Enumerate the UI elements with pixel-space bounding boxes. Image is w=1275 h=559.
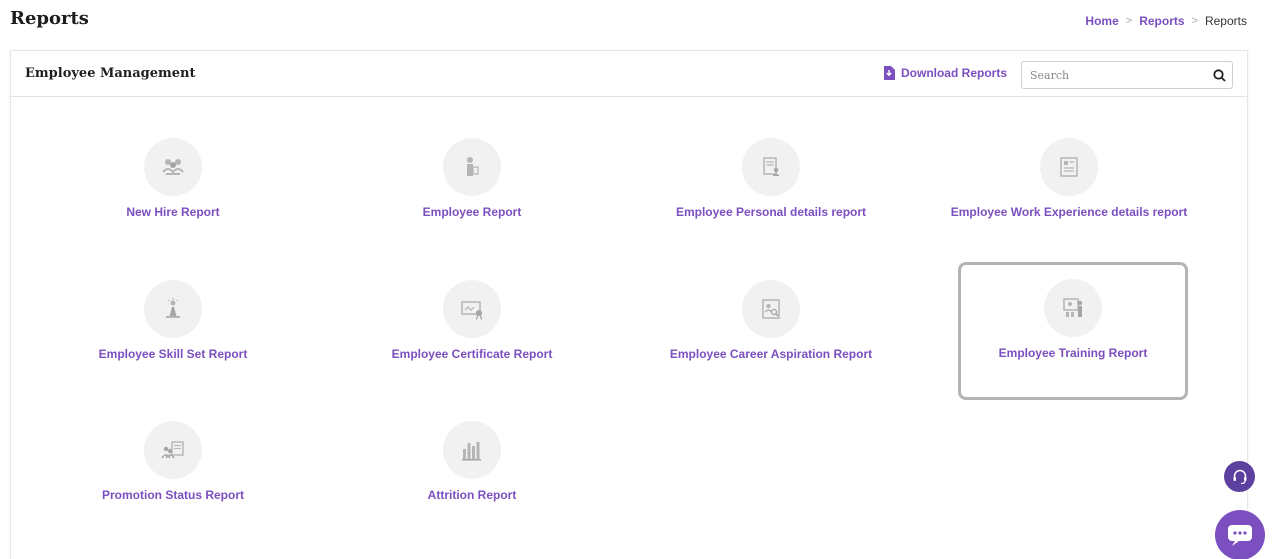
- work-experience-icon: [1060, 157, 1078, 177]
- report-label: Attrition Report: [427, 488, 517, 502]
- report-label: Employee Skill Set Report: [98, 347, 248, 361]
- card-title: Employee Management: [25, 66, 196, 81]
- report-tile-employee[interactable]: Employee Report: [357, 128, 587, 266]
- report-tile-work-experience[interactable]: Employee Work Experience details report: [951, 128, 1187, 266]
- icon-circle: [443, 138, 501, 196]
- download-file-icon: [883, 66, 895, 80]
- new-hire-icon: [162, 159, 184, 175]
- breadcrumb-reports-link[interactable]: Reports: [1139, 14, 1184, 28]
- icon-circle: [144, 138, 202, 196]
- icon-circle: [144, 280, 202, 338]
- report-tile-personal-details[interactable]: Employee Personal details report: [656, 128, 886, 266]
- report-tile-career-aspiration[interactable]: Employee Career Aspiration Report: [656, 270, 886, 408]
- report-label: Employee Training Report: [998, 346, 1148, 360]
- search-box: [1021, 61, 1233, 89]
- report-tile-attrition[interactable]: Attrition Report: [357, 411, 587, 549]
- icon-circle: [742, 280, 800, 338]
- report-tile-training[interactable]: Employee Training Report: [958, 262, 1188, 400]
- training-icon: [1063, 298, 1083, 317]
- breadcrumb-separator: >: [1125, 15, 1133, 27]
- icon-circle: [443, 280, 501, 338]
- support-button[interactable]: [1224, 461, 1255, 492]
- report-tile-certificate[interactable]: Employee Certificate Report: [357, 270, 587, 408]
- report-label: Employee Report: [422, 205, 522, 219]
- chat-icon: [1228, 525, 1252, 546]
- search-icon[interactable]: [1206, 68, 1232, 82]
- report-label: Promotion Status Report: [101, 488, 244, 502]
- breadcrumb: Home > Reports > Reports: [1085, 14, 1247, 28]
- icon-circle: [1044, 279, 1102, 337]
- download-reports-button[interactable]: Download Reports: [883, 66, 1007, 80]
- breadcrumb-separator: >: [1191, 15, 1198, 27]
- search-input[interactable]: [1022, 62, 1206, 88]
- icon-circle: [144, 421, 202, 479]
- career-aspiration-icon: [762, 299, 780, 319]
- icon-circle: [1040, 138, 1098, 196]
- promotion-status-icon: [161, 441, 184, 459]
- skill-set-icon: [166, 298, 180, 318]
- page-title: Reports: [10, 8, 89, 29]
- report-label: Employee Personal details report: [675, 205, 867, 219]
- report-label: Employee Work Experience details report: [950, 205, 1188, 219]
- chat-button[interactable]: [1215, 510, 1265, 559]
- breadcrumb-home-link[interactable]: Home: [1085, 14, 1118, 28]
- download-reports-label: Download Reports: [900, 66, 1007, 80]
- icon-circle: [443, 421, 501, 479]
- personal-details-icon: [763, 157, 780, 176]
- report-label: New Hire Report: [126, 205, 220, 219]
- report-label: Employee Certificate Report: [391, 347, 553, 361]
- headset-icon: [1233, 469, 1246, 484]
- report-tile-new-hire[interactable]: New Hire Report: [58, 128, 288, 266]
- card-header: Employee Management Download Reports: [11, 51, 1247, 97]
- report-tile-promotion-status[interactable]: Promotion Status Report: [58, 411, 288, 549]
- employee-icon: [467, 157, 479, 176]
- breadcrumb-current: Reports: [1204, 14, 1247, 28]
- report-label: Employee Career Aspiration Report: [669, 347, 873, 361]
- icon-circle: [742, 138, 800, 196]
- report-tile-skill-set[interactable]: Employee Skill Set Report: [58, 270, 288, 408]
- attrition-icon: [462, 442, 481, 461]
- certificate-icon: [461, 301, 483, 320]
